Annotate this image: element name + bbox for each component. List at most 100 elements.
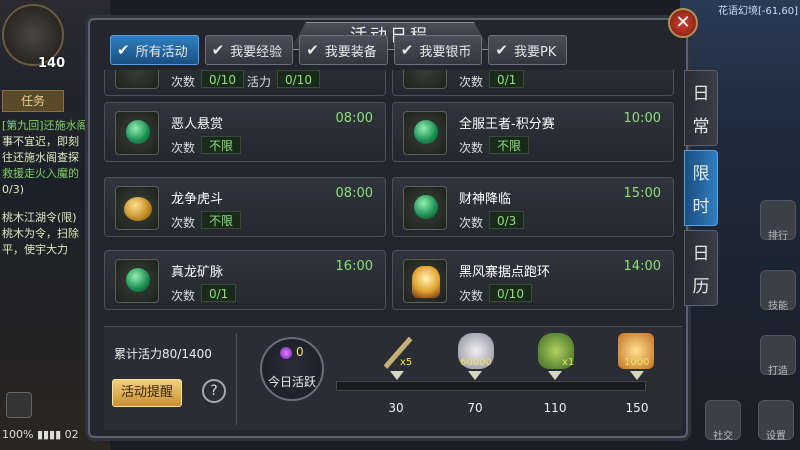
quest-line: [第九回]还施水阁 — [2, 119, 88, 132]
activity-name: 全服王者-积分赛 — [459, 117, 555, 132]
map-coordinates: 花语幻境[-61,60] — [717, 6, 798, 17]
activity-progress-track — [336, 381, 646, 391]
side-tab-calendar[interactable]: 日历 — [684, 230, 718, 306]
reward-count: 1000 — [624, 357, 650, 368]
side-tab-limited[interactable]: 限时 — [684, 150, 718, 226]
activity-rewards-bar: 累计活力80/1400 活动提醒 ? 0 今日活跃 x5 30 60000 70… — [104, 326, 682, 430]
activity-card[interactable]: 恶人悬赏 08:00 次数 不限 — [104, 102, 386, 162]
quest-line: 事不宜迟，即刻 — [2, 135, 79, 148]
total-activity: 累计活力80/1400 — [114, 347, 212, 361]
quest-line: 0/3) — [2, 183, 24, 196]
ranking-button[interactable]: 排行 — [760, 200, 796, 242]
reward-marker — [390, 371, 404, 380]
flame-icon — [403, 259, 447, 303]
activity-icon — [115, 70, 159, 89]
reward-threshold: 70 — [467, 401, 483, 415]
quest-line: 桃木为令，扫除 — [2, 227, 79, 240]
reward-count: x5 — [400, 357, 413, 368]
activity-card[interactable]: 真龙矿脉 16:00 次数 0/1 — [104, 250, 386, 310]
count-value: 0/10 — [201, 70, 244, 88]
gem-icon — [403, 186, 447, 230]
count-label: 次数 — [459, 141, 484, 155]
activity-time: 10:00 — [623, 111, 661, 126]
quest-tracker-2[interactable]: 桃木江湖令(限) 桃木为令，扫除 平，使宇大力 — [2, 210, 102, 258]
activity-name: 恶人悬赏 — [171, 117, 224, 132]
activity-card[interactable]: 财神降临 15:00 次数 0/3 — [392, 177, 674, 237]
activity-card[interactable]: 全服王者-积分赛 10:00 次数 不限 — [392, 102, 674, 162]
today-activity-value: 0 — [296, 345, 304, 359]
count-label: 次数 — [171, 216, 196, 230]
quest-line: 平，使宇大力 — [2, 243, 68, 256]
activity-time: 16:00 — [335, 259, 373, 274]
activity-icon — [403, 70, 447, 89]
activity-name: 黑风寨据点跑环 — [459, 265, 551, 280]
purple-gem-icon — [280, 347, 292, 359]
gem-icon — [403, 111, 447, 155]
tab-experience[interactable]: ✔ 我要经验 — [204, 35, 294, 65]
activity-name: 真龙矿脉 — [171, 265, 224, 280]
count-value: 0/1 — [201, 284, 237, 302]
player-level: 140 — [38, 56, 66, 71]
tab-label: 我要装备 — [324, 44, 377, 60]
tab-label: 我要经验 — [230, 44, 283, 60]
count-value: 不限 — [489, 136, 530, 154]
reward-count: 60000 — [460, 357, 492, 368]
today-activity-badge: 0 今日活跃 — [260, 337, 324, 401]
activity-list[interactable]: 次数 0/10 活力 0/10 次数 0/1 恶人悬赏 08:00 次数 不限 … — [104, 70, 682, 320]
quest-line: 往还施水阁查探 — [2, 151, 79, 164]
coins-icon — [115, 186, 159, 230]
divider — [236, 333, 237, 425]
tab-label: 所有活动 — [135, 44, 188, 60]
side-tab-daily[interactable]: 日常 — [684, 70, 718, 146]
count-value: 不限 — [201, 211, 242, 229]
reward-marker — [468, 371, 482, 380]
category-side-tabs: 日常 限时 日历 — [684, 70, 718, 310]
tab-equipment[interactable]: ✔ 我要装备 — [299, 35, 388, 65]
skill-button[interactable]: 技能 — [760, 270, 796, 312]
activity-card[interactable]: 龙争虎斗 08:00 次数 不限 — [104, 177, 386, 237]
forge-button[interactable]: 打造 — [760, 335, 796, 377]
activity-time: 15:00 — [623, 186, 661, 201]
help-icon[interactable]: ? — [202, 379, 226, 403]
gem-icon — [115, 259, 159, 303]
activity-name: 龙争虎斗 — [171, 192, 224, 207]
activity-remind-button[interactable]: 活动提醒 — [112, 379, 182, 407]
activity-time: 08:00 — [335, 111, 373, 126]
camera-icon[interactable] — [6, 392, 32, 418]
reward-marker — [630, 371, 644, 380]
activity-card[interactable]: 黑风寨据点跑环 14:00 次数 0/10 — [392, 250, 674, 310]
social-button[interactable]: 社交 — [705, 400, 741, 442]
settings-button[interactable]: 设置 — [758, 400, 794, 442]
close-icon[interactable]: ✕ — [668, 8, 698, 38]
count-value: 不限 — [201, 136, 242, 154]
check-icon: ✔ — [211, 41, 225, 59]
activity-points-label: 活力 — [247, 75, 272, 89]
check-icon: ✔ — [117, 41, 130, 59]
count-value: 0/3 — [489, 211, 525, 229]
quest-tracker[interactable]: [第九回]还施水阁 事不宜迟，即刻 往还施水阁查探 救援走火入魔的 0/3) — [2, 118, 102, 198]
tab-pk[interactable]: ✔ 我要PK — [488, 35, 568, 65]
reward-threshold: 30 — [388, 401, 404, 415]
count-label: 次数 — [171, 289, 196, 303]
check-icon: ✔ — [306, 41, 319, 59]
check-icon: ✔ — [400, 41, 414, 59]
tab-all-activities[interactable]: ✔ 所有活动 — [110, 35, 199, 65]
check-icon: ✔ — [495, 41, 508, 59]
today-activity-label: 今日活跃 — [267, 375, 316, 389]
count-label: 次数 — [459, 216, 484, 230]
task-button[interactable]: 任务 — [2, 90, 64, 112]
tab-silver[interactable]: ✔ 我要银币 — [393, 35, 483, 65]
reward-threshold: 150 — [625, 401, 649, 415]
count-value: 0/10 — [489, 284, 532, 302]
quest-line: 桃木江湖令(限) — [2, 211, 77, 224]
reward-marker — [548, 371, 562, 380]
battery-status: 100% ▮▮▮▮ 02 — [2, 428, 79, 441]
activity-card-partial[interactable]: 次数 0/10 活力 0/10 — [104, 70, 386, 96]
count-label: 次数 — [171, 75, 196, 89]
gem-icon — [115, 111, 159, 155]
activity-card-partial[interactable]: 次数 0/1 — [392, 70, 674, 96]
quest-line: 救援走火入魔的 — [2, 167, 79, 180]
tab-label: 我要PK — [513, 44, 557, 60]
activity-points-value: 0/10 — [277, 70, 320, 88]
filter-tabs: ✔ 所有活动 ✔ 我要经验 ✔ 我要装备 ✔ 我要银币 ✔ 我要PK — [110, 35, 568, 65]
